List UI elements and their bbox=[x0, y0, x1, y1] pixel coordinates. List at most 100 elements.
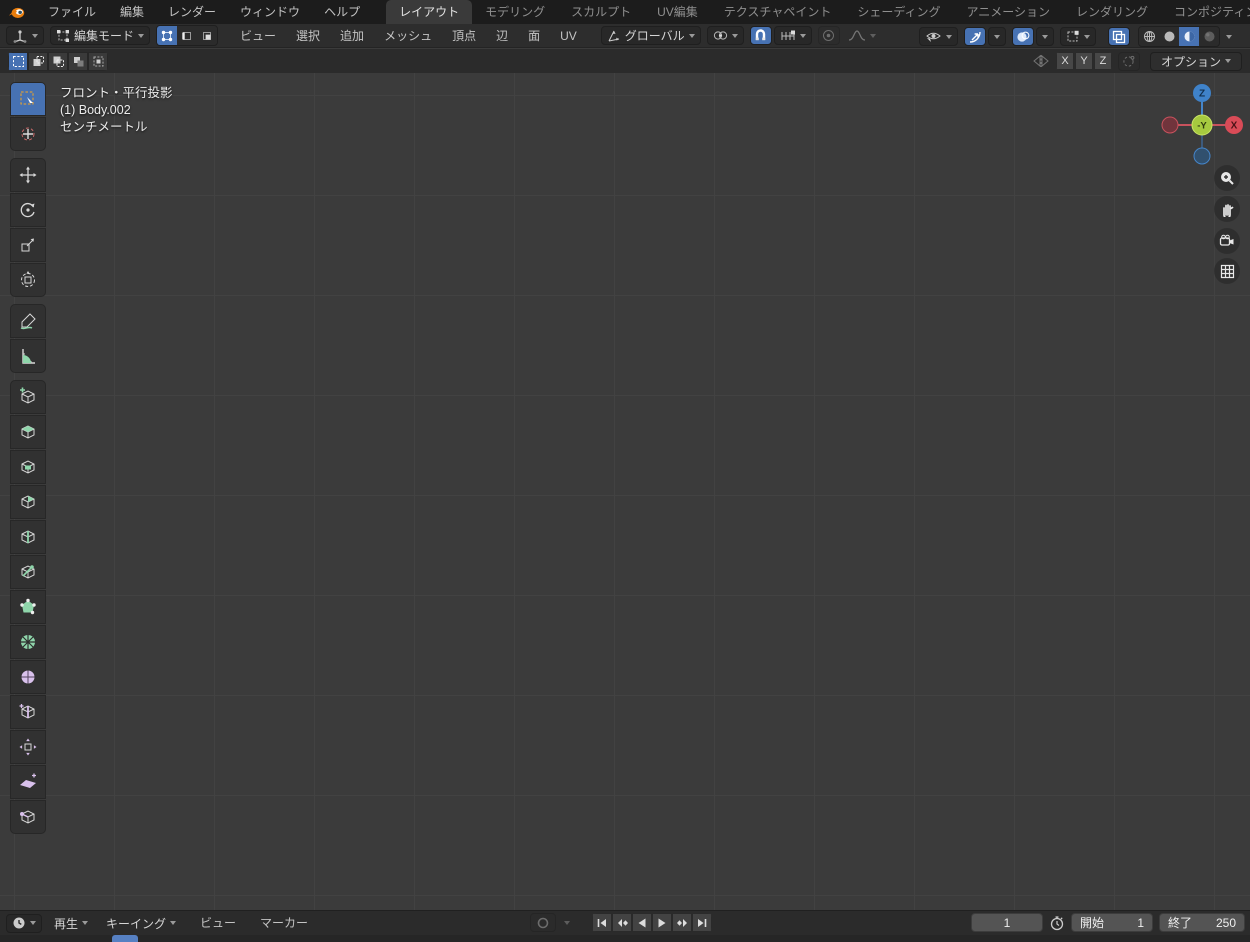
overlays-dropdown[interactable] bbox=[1036, 27, 1054, 46]
timeline-marker-menu[interactable]: マーカー bbox=[248, 911, 320, 935]
timeline-view-menu[interactable]: ビュー bbox=[188, 911, 248, 935]
mode-dropdown[interactable]: 編集モード bbox=[50, 26, 150, 45]
snap-with-dropdown[interactable] bbox=[774, 26, 812, 45]
options-dropdown[interactable]: オプション bbox=[1150, 52, 1242, 71]
zoom-button[interactable] bbox=[1214, 165, 1240, 191]
menu-vertex[interactable]: 頂点 bbox=[442, 25, 486, 47]
edge-select-button[interactable] bbox=[177, 26, 197, 45]
tab-compositing[interactable]: コンポジティング bbox=[1161, 0, 1250, 24]
menu-file[interactable]: ファイル bbox=[36, 0, 108, 24]
jump-to-start-button[interactable] bbox=[592, 913, 612, 932]
tool-knife[interactable] bbox=[10, 555, 46, 589]
menu-help[interactable]: ヘルプ bbox=[312, 0, 372, 24]
select-mode-intersect-button[interactable] bbox=[88, 52, 108, 71]
shading-solid-button[interactable] bbox=[1159, 27, 1179, 46]
tool-edge-slide[interactable] bbox=[10, 695, 46, 729]
xray-toggle[interactable] bbox=[1108, 27, 1130, 46]
tool-move[interactable] bbox=[10, 158, 46, 192]
select-mode-extend-button[interactable] bbox=[28, 52, 48, 71]
stopwatch-icon[interactable] bbox=[1049, 915, 1065, 931]
tool-smooth[interactable] bbox=[10, 660, 46, 694]
gizmo-dropdown[interactable] bbox=[988, 27, 1006, 46]
tab-animation[interactable]: アニメーション bbox=[954, 0, 1064, 24]
tab-uv-editing[interactable]: UV編集 bbox=[644, 0, 711, 24]
3d-viewport[interactable]: フロント・平行投影 (1) Body.002 センチメートル Z X -Y bbox=[0, 73, 1250, 910]
tab-texture-paint[interactable]: テクスチャペイント bbox=[711, 0, 845, 24]
menu-window[interactable]: ウィンドウ bbox=[228, 0, 312, 24]
tool-select-box[interactable] bbox=[10, 82, 46, 116]
tool-rip-region[interactable] bbox=[10, 800, 46, 834]
gizmo-x-neg-axis[interactable] bbox=[1162, 117, 1178, 133]
playback-menu[interactable]: 再生 bbox=[48, 914, 94, 933]
ortho-switch-button[interactable] bbox=[1214, 258, 1240, 284]
next-keyframe-button[interactable] bbox=[672, 913, 692, 932]
mirror-z-button[interactable]: Z bbox=[1094, 52, 1112, 70]
tool-shrink-fatten[interactable] bbox=[10, 730, 46, 764]
tool-spin[interactable] bbox=[10, 625, 46, 659]
tool-shear[interactable] bbox=[10, 765, 46, 799]
timeline-track-strip[interactable] bbox=[0, 935, 1250, 942]
face-select-button[interactable] bbox=[197, 26, 217, 45]
camera-view-button[interactable] bbox=[1214, 228, 1240, 254]
menu-uv[interactable]: UV bbox=[550, 25, 587, 47]
tool-bevel[interactable] bbox=[10, 485, 46, 519]
mesh-edit-overlay-dropdown[interactable] bbox=[1060, 27, 1096, 46]
menu-edit[interactable]: 編集 bbox=[108, 0, 156, 24]
tool-inset-faces[interactable] bbox=[10, 450, 46, 484]
pan-button[interactable] bbox=[1214, 196, 1240, 222]
auto-keying-toggle[interactable] bbox=[530, 913, 556, 932]
object-visibility-dropdown[interactable] bbox=[919, 27, 958, 46]
snap-toggle[interactable] bbox=[750, 26, 772, 45]
blender-logo-icon[interactable] bbox=[8, 4, 26, 20]
show-overlays-toggle[interactable] bbox=[1012, 27, 1034, 46]
show-gizmo-toggle[interactable] bbox=[964, 27, 986, 46]
navigation-gizmo[interactable]: Z X -Y bbox=[1161, 84, 1243, 166]
gizmo-z-neg-axis[interactable] bbox=[1194, 148, 1210, 164]
correct-face-attributes-toggle[interactable] bbox=[1118, 52, 1140, 71]
tool-scale[interactable] bbox=[10, 228, 46, 262]
playhead[interactable] bbox=[112, 935, 138, 942]
timeline-editor-type-button[interactable] bbox=[6, 914, 42, 933]
tool-transform[interactable] bbox=[10, 263, 46, 297]
menu-add[interactable]: 追加 bbox=[330, 25, 374, 47]
tool-measure[interactable] bbox=[10, 339, 46, 373]
mirror-y-button[interactable]: Y bbox=[1075, 52, 1093, 70]
editor-type-button[interactable] bbox=[6, 26, 44, 45]
play-reverse-button[interactable] bbox=[632, 913, 652, 932]
start-frame-field[interactable]: 開始 1 bbox=[1071, 913, 1153, 932]
previous-keyframe-button[interactable] bbox=[612, 913, 632, 932]
tool-loop-cut[interactable] bbox=[10, 520, 46, 554]
proportional-editing-toggle[interactable] bbox=[818, 26, 840, 45]
shading-rendered-button[interactable] bbox=[1199, 27, 1219, 46]
menu-mesh[interactable]: メッシュ bbox=[374, 25, 442, 47]
menu-face[interactable]: 面 bbox=[518, 25, 550, 47]
menu-select[interactable]: 選択 bbox=[286, 25, 330, 47]
tool-annotate[interactable] bbox=[10, 304, 46, 338]
tool-cursor[interactable] bbox=[10, 117, 46, 151]
jump-to-end-button[interactable] bbox=[692, 913, 712, 932]
tab-sculpting[interactable]: スカルプト bbox=[558, 0, 644, 24]
pivot-point-dropdown[interactable] bbox=[707, 26, 744, 45]
menu-view[interactable]: ビュー bbox=[230, 25, 286, 47]
keying-menu[interactable]: キーイング bbox=[100, 914, 182, 933]
end-frame-field[interactable]: 終了 250 bbox=[1159, 913, 1245, 932]
shading-wireframe-button[interactable] bbox=[1139, 27, 1159, 46]
tab-shading[interactable]: シェーディング bbox=[844, 0, 953, 24]
tool-rotate[interactable] bbox=[10, 193, 46, 227]
vertex-select-button[interactable] bbox=[157, 26, 177, 45]
shading-material-button[interactable] bbox=[1179, 27, 1199, 46]
menu-edge[interactable]: 辺 bbox=[486, 25, 518, 47]
falloff-dropdown[interactable] bbox=[842, 26, 882, 45]
mirror-x-button[interactable]: X bbox=[1056, 52, 1074, 70]
tab-rendering[interactable]: レンダリング bbox=[1063, 0, 1161, 24]
auto-keying-dropdown[interactable] bbox=[558, 913, 576, 932]
shading-dropdown[interactable] bbox=[1220, 27, 1238, 46]
select-mode-invert-button[interactable] bbox=[68, 52, 88, 71]
tool-extrude-region[interactable] bbox=[10, 415, 46, 449]
current-frame-field[interactable]: 1 bbox=[971, 913, 1043, 932]
tab-modeling[interactable]: モデリング bbox=[472, 0, 558, 24]
tool-add-cube[interactable] bbox=[10, 380, 46, 414]
select-mode-subtract-button[interactable] bbox=[48, 52, 68, 71]
play-button[interactable] bbox=[652, 913, 672, 932]
tab-layout[interactable]: レイアウト bbox=[386, 0, 472, 24]
